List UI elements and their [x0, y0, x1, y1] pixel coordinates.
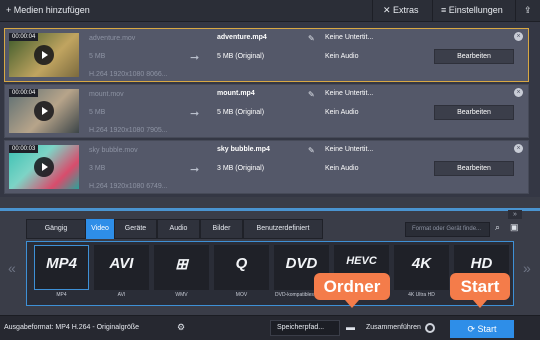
arrow-right-icon: ➞: [190, 52, 200, 64]
format-tile-mov[interactable]: Q MOV: [214, 245, 269, 303]
tab-benutzerdefiniert[interactable]: Benutzerdefiniert: [243, 219, 323, 239]
format-logo: HD: [470, 255, 493, 272]
bottom-bar: Ausgabeformat: MP4 H.264 - Originalgröße…: [0, 315, 540, 340]
source-meta: H.264 1920x1080 6749...: [89, 183, 168, 190]
subtitle-select[interactable]: Keine Untertit...: [325, 90, 373, 97]
tab-audio[interactable]: Audio: [157, 219, 200, 239]
format-logo: MP4: [46, 255, 77, 272]
format-logo: 4K: [411, 255, 432, 272]
format-tile-4k[interactable]: 4K 4K Ultra HD: [394, 245, 449, 303]
edit-button[interactable]: Bearbeiten: [434, 105, 514, 120]
format-search-input[interactable]: Format oder Gerät finde...: [405, 222, 490, 237]
source-size: 5 MB: [89, 53, 106, 60]
source-filename: adventure.mov: [89, 35, 136, 42]
file-row[interactable]: 00:00:04 mount.mov 5 MB H.264 1920x1080 …: [4, 84, 529, 138]
source-filename: mount.mov: [89, 91, 124, 98]
output-size-select[interactable]: 5 MB (Original): [217, 53, 264, 60]
source-meta: H.264 1920x1080 8066...: [89, 71, 168, 78]
source-filename: sky bubble.mov: [89, 147, 138, 154]
panel-divider: [0, 208, 540, 211]
file-row[interactable]: 00:00:04 adventure.mov 5 MB H.264 1920x1…: [4, 28, 529, 82]
merge-label: Zusammenführen: [366, 324, 421, 331]
rename-pencil-icon[interactable]: ✎: [308, 34, 315, 43]
output-filename: mount.mp4: [217, 90, 255, 97]
toolbar-separator: [515, 0, 516, 22]
tab-geraete[interactable]: Geräte: [114, 219, 157, 239]
format-label: MOV: [235, 292, 248, 298]
subtitle-select[interactable]: Keine Untertit...: [325, 146, 373, 153]
remove-file-icon[interactable]: ×: [514, 144, 523, 153]
callout-folder: Ordner: [314, 273, 390, 308]
output-format-label: Ausgabeformat: MP4 H.264 - Originalgröße: [4, 324, 140, 331]
format-label: 4K Ultra HD: [408, 292, 435, 298]
windows-logo-icon: ⊞: [175, 256, 188, 273]
file-list: 00:00:04 adventure.mov 5 MB H.264 1920x1…: [0, 22, 540, 197]
toolbar-separator: [372, 0, 373, 22]
collapse-panel-icon[interactable]: »: [508, 210, 522, 219]
file-row[interactable]: 00:00:03 sky bubble.mov 3 MB H.264 1920x…: [4, 140, 529, 194]
format-logo: HEVC: [346, 255, 377, 267]
format-label: AVI: [117, 292, 126, 298]
video-thumbnail[interactable]: 00:00:04: [9, 89, 79, 133]
merge-toggle[interactable]: [425, 323, 435, 333]
output-size-select[interactable]: 5 MB (Original): [217, 109, 264, 116]
format-label: MP4: [56, 292, 67, 298]
rename-pencil-icon[interactable]: ✎: [308, 90, 315, 99]
tab-bilder[interactable]: Bilder: [200, 219, 243, 239]
video-thumbnail[interactable]: 00:00:04: [9, 33, 79, 77]
arrow-right-icon: ➞: [190, 108, 200, 120]
callout-start: Start: [450, 273, 510, 308]
save-path-select[interactable]: Speicherpfad...: [270, 320, 340, 336]
subtitle-select[interactable]: Keine Untertit...: [325, 34, 373, 41]
search-icon[interactable]: ⌕: [495, 222, 500, 233]
arrow-right-icon: ➞: [190, 164, 200, 176]
play-icon[interactable]: [34, 45, 54, 65]
add-media-button[interactable]: + Medien hinzufügen: [6, 5, 90, 15]
gear-icon[interactable]: ⚙: [177, 322, 185, 333]
share-icon[interactable]: ⇪: [524, 5, 532, 16]
start-button-label: Start: [477, 324, 497, 334]
source-meta: H.264 1920x1080 7905...: [89, 127, 168, 134]
format-label: WMV: [175, 292, 188, 298]
play-icon[interactable]: [34, 157, 54, 177]
edit-button[interactable]: Bearbeiten: [434, 49, 514, 64]
top-toolbar: + Medien hinzufügen ✕ Extras ≡ Einstellu…: [0, 0, 540, 22]
video-thumbnail[interactable]: 00:00:03: [9, 145, 79, 189]
format-logo: DVD: [285, 255, 318, 272]
format-tile-mp4[interactable]: MP4 MP4: [34, 245, 89, 303]
tab-video[interactable]: Video: [86, 219, 114, 239]
format-logo: AVI: [109, 255, 134, 272]
folder-icon[interactable]: ▬: [346, 322, 355, 332]
format-tile-wmv[interactable]: ⊞ WMV: [154, 245, 209, 303]
output-filename: adventure.mp4: [217, 34, 267, 41]
audio-select[interactable]: Kein Audio: [325, 53, 358, 60]
remove-file-icon[interactable]: ×: [514, 88, 523, 97]
extras-button[interactable]: ✕ Extras: [383, 5, 419, 16]
play-icon[interactable]: [34, 101, 54, 121]
edit-button[interactable]: Bearbeiten: [434, 161, 514, 176]
duration-label: 00:00:04: [9, 89, 39, 97]
output-filename: sky bubble.mp4: [217, 146, 270, 153]
audio-select[interactable]: Kein Audio: [325, 165, 358, 172]
start-button[interactable]: ⟳ Start: [450, 320, 514, 338]
quicktime-logo-icon: Q: [235, 255, 248, 272]
duration-label: 00:00:04: [9, 33, 39, 41]
toolbar-separator: [432, 0, 433, 22]
source-size: 3 MB: [89, 165, 106, 172]
format-tile-avi[interactable]: AVI AVI: [94, 245, 149, 303]
output-size-select[interactable]: 3 MB (Original): [217, 165, 264, 172]
settings-button[interactable]: ≡ Einstellungen: [441, 5, 503, 15]
format-grid: MP4 MP4 AVI AVI ⊞ WMV Q MOV DVD DVD-komp…: [26, 241, 514, 306]
tab-gaengig[interactable]: Gängig: [26, 219, 86, 239]
source-size: 5 MB: [89, 109, 106, 116]
rename-pencil-icon[interactable]: ✎: [308, 146, 315, 155]
device-detect-icon[interactable]: ▣: [510, 222, 519, 233]
scroll-left-icon[interactable]: «: [8, 260, 16, 276]
audio-select[interactable]: Kein Audio: [325, 109, 358, 116]
scroll-right-icon[interactable]: »: [523, 260, 531, 276]
remove-file-icon[interactable]: ×: [514, 32, 523, 41]
duration-label: 00:00:03: [9, 145, 39, 153]
